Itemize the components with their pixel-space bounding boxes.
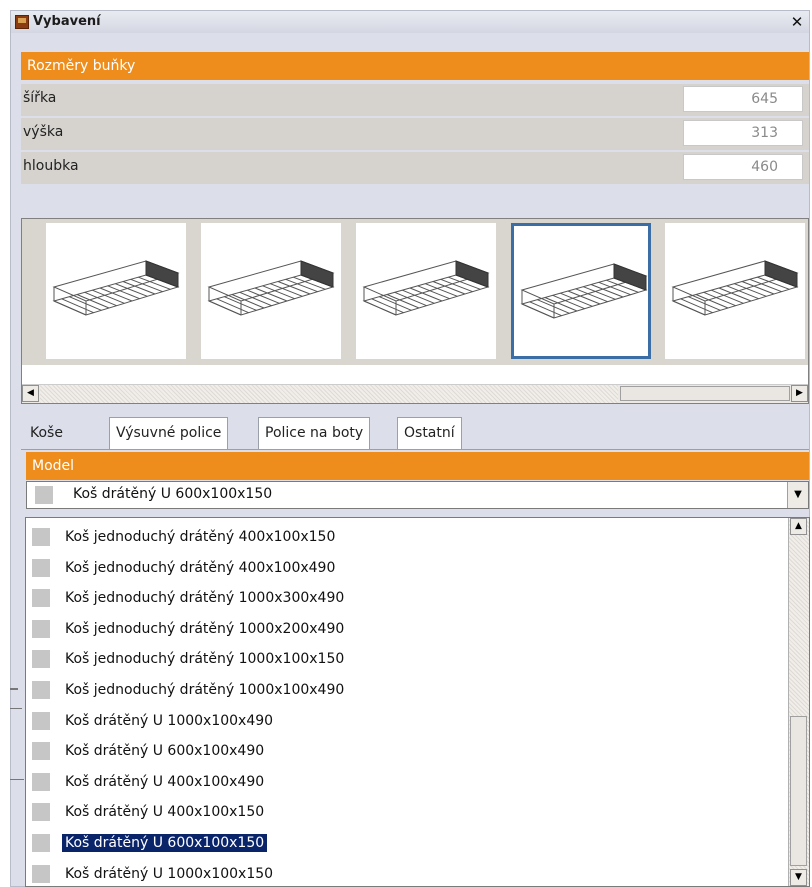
model-option-label: Koš drátěný U 1000x100x150 (65, 865, 274, 882)
dimension-row-height: výška 313 (21, 118, 809, 150)
wire-basket-icon (52, 260, 180, 316)
model-option-swatch-icon (32, 803, 50, 822)
width-field[interactable]: 645 (683, 86, 803, 112)
hidden-form-edge (10, 688, 18, 690)
height-field[interactable]: 313 (683, 120, 803, 146)
basket-thumbnail[interactable] (46, 223, 186, 359)
model-option[interactable]: Koš jednoduchý drátěný 1000x300x490 (26, 584, 786, 614)
app-icon (15, 15, 29, 29)
depth-field[interactable]: 460 (683, 154, 803, 180)
model-option[interactable]: Koš jednoduchý drátěný 400x100x490 (26, 554, 786, 584)
basket-thumbnail[interactable] (511, 223, 651, 359)
depth-label: hloubka (23, 158, 79, 174)
model-option-swatch-icon (32, 711, 50, 730)
model-option[interactable]: Koš drátěný U 1000x100x150 (26, 860, 786, 886)
scroll-left-button[interactable]: ◀ (22, 385, 39, 402)
model-option-swatch-icon (32, 681, 50, 699)
model-option-swatch-icon (32, 650, 50, 669)
model-option-label: Koš drátěný U 600x100x150 (60, 833, 269, 853)
hidden-form-edge (10, 708, 22, 709)
model-dropdown-list[interactable]: Koš jednoduchý drátěný 400x100x150 Koš je… (25, 517, 810, 887)
model-option-label: Koš drátěný U 1000x100x490 (65, 712, 274, 729)
model-option[interactable]: Koš drátěný U 400x100x150 (26, 798, 786, 828)
scroll-right-button[interactable]: ▶ (791, 385, 808, 402)
close-button[interactable]: ✕ (789, 14, 805, 30)
model-option-swatch-icon (32, 619, 50, 638)
scroll-thumb[interactable] (620, 386, 790, 401)
title-bar[interactable]: Vybavení ✕ (11, 11, 809, 33)
model-option[interactable]: Koš drátěný U 1000x100x490 (26, 707, 786, 737)
model-combobox[interactable]: Koš drátěný U 600x100x150 ▼ (26, 481, 809, 509)
gallery-horizontal-scrollbar[interactable]: ◀ ▶ (22, 384, 808, 403)
wire-basket-icon (362, 260, 490, 316)
width-label: šířka (23, 90, 57, 106)
model-option[interactable]: Koš jednoduchý drátěný 1000x200x490 (26, 615, 786, 645)
tab-divider (21, 449, 809, 450)
dimensions-header: Rozměry buňky (21, 52, 809, 80)
model-option-label: Koš jednoduchý drátěný 400x100x490 (65, 559, 336, 576)
model-option[interactable]: Koš jednoduchý drátěný 1000x100x490 (26, 676, 786, 706)
model-option[interactable]: Koš drátěný U 400x100x490 (26, 768, 786, 798)
thumbnail-strip (22, 219, 808, 365)
wire-basket-icon (207, 260, 335, 316)
model-header: Model (26, 452, 809, 480)
combo-dropdown-button[interactable]: ▼ (787, 482, 808, 508)
model-option-swatch-icon (32, 558, 50, 577)
model-option-label: Koš jednoduchý drátěný 1000x300x490 (65, 590, 345, 607)
model-option[interactable]: Koš drátěný U 600x100x490 (26, 737, 786, 767)
wire-basket-icon (520, 263, 648, 319)
tab-ostatni[interactable]: Ostatní (397, 417, 462, 449)
tab-kose[interactable]: Koše (23, 417, 70, 449)
model-option-label: Koš jednoduchý drátěný 400x100x150 (65, 529, 336, 545)
basket-thumbnail[interactable] (665, 223, 805, 359)
model-option[interactable]: Koš jednoduchý drátěný 1000x100x150 (26, 645, 786, 675)
model-option-swatch-icon (32, 864, 50, 883)
list-vertical-scrollbar[interactable]: ▲ ▼ (788, 518, 809, 886)
model-option-swatch-icon (32, 589, 50, 608)
basket-thumbnail[interactable] (356, 223, 496, 359)
basket-gallery: ◀ ▶ (21, 218, 809, 404)
dimension-row-width: šířka 645 (21, 84, 809, 116)
scroll-track[interactable] (40, 385, 618, 403)
scroll-down-button[interactable]: ▼ (790, 869, 807, 886)
model-option-swatch-icon (32, 834, 50, 852)
window-title: Vybavení (33, 14, 101, 29)
list-scroll-thumb[interactable] (790, 716, 807, 866)
model-option-label: Koš drátěný U 400x100x150 (65, 804, 265, 821)
model-option-swatch-icon (32, 528, 50, 546)
model-option-label: Koš drátěný U 600x100x490 (65, 743, 265, 760)
model-option-swatch-icon (32, 742, 50, 761)
model-option[interactable]: Koš jednoduchý drátěný 400x100x150 (26, 523, 786, 553)
dimension-row-depth: hloubka 460 (21, 152, 809, 184)
model-option-label: Koš jednoduchý drátěný 1000x200x490 (65, 620, 345, 637)
model-selected-value: Koš drátěný U 600x100x150 (73, 486, 273, 502)
model-option[interactable]: Koš drátěný U 600x100x150 (26, 829, 786, 859)
model-option-label: Koš jednoduchý drátěný 1000x100x150 (65, 651, 345, 668)
model-option-label: Koš jednoduchý drátěný 1000x100x490 (65, 682, 345, 698)
model-swatch-icon (35, 486, 53, 504)
tab-police-na-boty[interactable]: Police na boty (258, 417, 371, 449)
tab-vysuvne-police[interactable]: Výsuvné police (109, 417, 229, 449)
hidden-form-edge (10, 779, 24, 780)
scroll-up-button[interactable]: ▲ (790, 518, 807, 535)
wire-basket-icon (671, 260, 799, 316)
model-option-label: Koš drátěný U 400x100x490 (65, 773, 265, 790)
height-label: výška (23, 124, 64, 140)
model-option-swatch-icon (32, 772, 50, 791)
basket-thumbnail[interactable] (201, 223, 341, 359)
